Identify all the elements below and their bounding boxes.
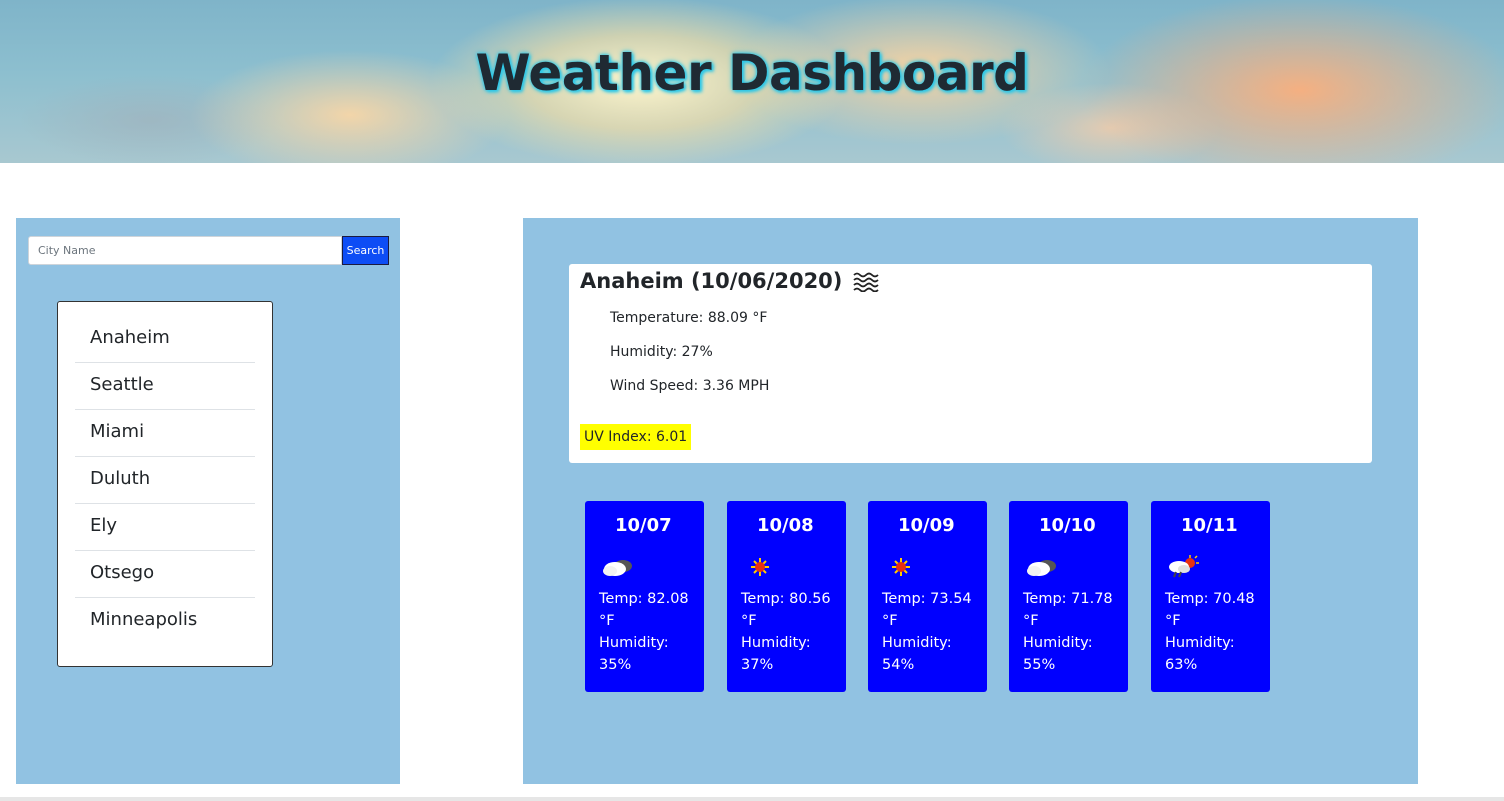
forecast-temp: Temp: 71.78 °F: [1023, 591, 1113, 629]
search-button[interactable]: Search: [342, 236, 389, 265]
forecast-details: Temp: 73.54 °F Humidity: 54%: [882, 588, 978, 676]
cloudy-icon: [1027, 560, 1056, 576]
page-bottom-divider: [0, 797, 1504, 801]
page-title: Weather Dashboard: [475, 44, 1029, 102]
history-item-anaheim[interactable]: Anaheim: [75, 316, 255, 363]
forecast-date: 10/11: [1181, 515, 1238, 536]
forecast-date: 10/07: [615, 515, 672, 536]
current-wind-speed: Wind Speed: 3.36 MPH: [610, 378, 770, 394]
city-search-input[interactable]: [28, 236, 342, 265]
search-panel: Search Anaheim Seattle Miami Duluth Ely …: [16, 218, 400, 784]
forecast-temp: Temp: 82.08 °F: [599, 591, 689, 629]
forecast-temp: Temp: 73.54 °F: [882, 591, 972, 629]
forecast-temp: Temp: 70.48 °F: [1165, 591, 1255, 629]
forecast-card: 10/08 Temp: 80.56 °F Humidity: 37%: [727, 501, 846, 692]
uv-index-badge: UV Index: 6.01: [580, 424, 692, 450]
forecast-details: Temp: 70.48 °F Humidity: 63%: [1165, 588, 1261, 676]
header-banner: Weather Dashboard: [0, 0, 1504, 163]
forecast-humidity: Humidity: 37%: [741, 635, 811, 673]
search-history-list: Anaheim Seattle Miami Duluth Ely Otsego …: [57, 301, 273, 667]
forecast-humidity: Humidity: 54%: [882, 635, 952, 673]
rain-sun-icon: [1169, 555, 1199, 578]
haze-wind-icon: [853, 272, 880, 292]
forecast-details: Temp: 71.78 °F Humidity: 55%: [1023, 588, 1119, 676]
forecast-temp: Temp: 80.56 °F: [741, 591, 831, 629]
weather-panel: Anaheim (10/06/2020) Temperature: 88.09 …: [523, 218, 1418, 784]
forecast-card: 10/07 Temp: 82.08 °F Humidity: 35%: [585, 501, 704, 692]
forecast-card: 10/09 Temp: 73.54 °F Humidity: 54%: [868, 501, 987, 692]
forecast-humidity: Humidity: 63%: [1165, 635, 1235, 673]
cloudy-icon: [603, 560, 632, 576]
forecast-date: 10/10: [1039, 515, 1096, 536]
current-weather-card: Anaheim (10/06/2020) Temperature: 88.09 …: [569, 264, 1372, 463]
forecast-humidity: Humidity: 55%: [1023, 635, 1093, 673]
sun-icon: [751, 558, 769, 576]
forecast-details: Temp: 80.56 °F Humidity: 37%: [741, 588, 837, 676]
current-city-heading: Anaheim (10/06/2020): [580, 269, 880, 293]
history-item-miami[interactable]: Miami: [75, 410, 255, 457]
current-humidity: Humidity: 27%: [610, 344, 713, 360]
current-city-title: Anaheim (10/06/2020): [580, 269, 843, 293]
history-item-otsego[interactable]: Otsego: [75, 551, 255, 598]
history-item-ely[interactable]: Ely: [75, 504, 255, 551]
forecast-date: 10/08: [757, 515, 814, 536]
sun-icon: [892, 558, 910, 576]
history-item-duluth[interactable]: Duluth: [75, 457, 255, 504]
forecast-humidity: Humidity: 35%: [599, 635, 669, 673]
forecast-details: Temp: 82.08 °F Humidity: 35%: [599, 588, 695, 676]
forecast-card: 10/10 Temp: 71.78 °F Humidity: 55%: [1009, 501, 1128, 692]
history-item-seattle[interactable]: Seattle: [75, 363, 255, 410]
current-temperature: Temperature: 88.09 °F: [610, 310, 768, 326]
forecast-date: 10/09: [898, 515, 955, 536]
forecast-card: 10/11 Temp: 70.48 °F Humidity: 63%: [1151, 501, 1270, 692]
history-item-minneapolis[interactable]: Minneapolis: [75, 598, 255, 645]
